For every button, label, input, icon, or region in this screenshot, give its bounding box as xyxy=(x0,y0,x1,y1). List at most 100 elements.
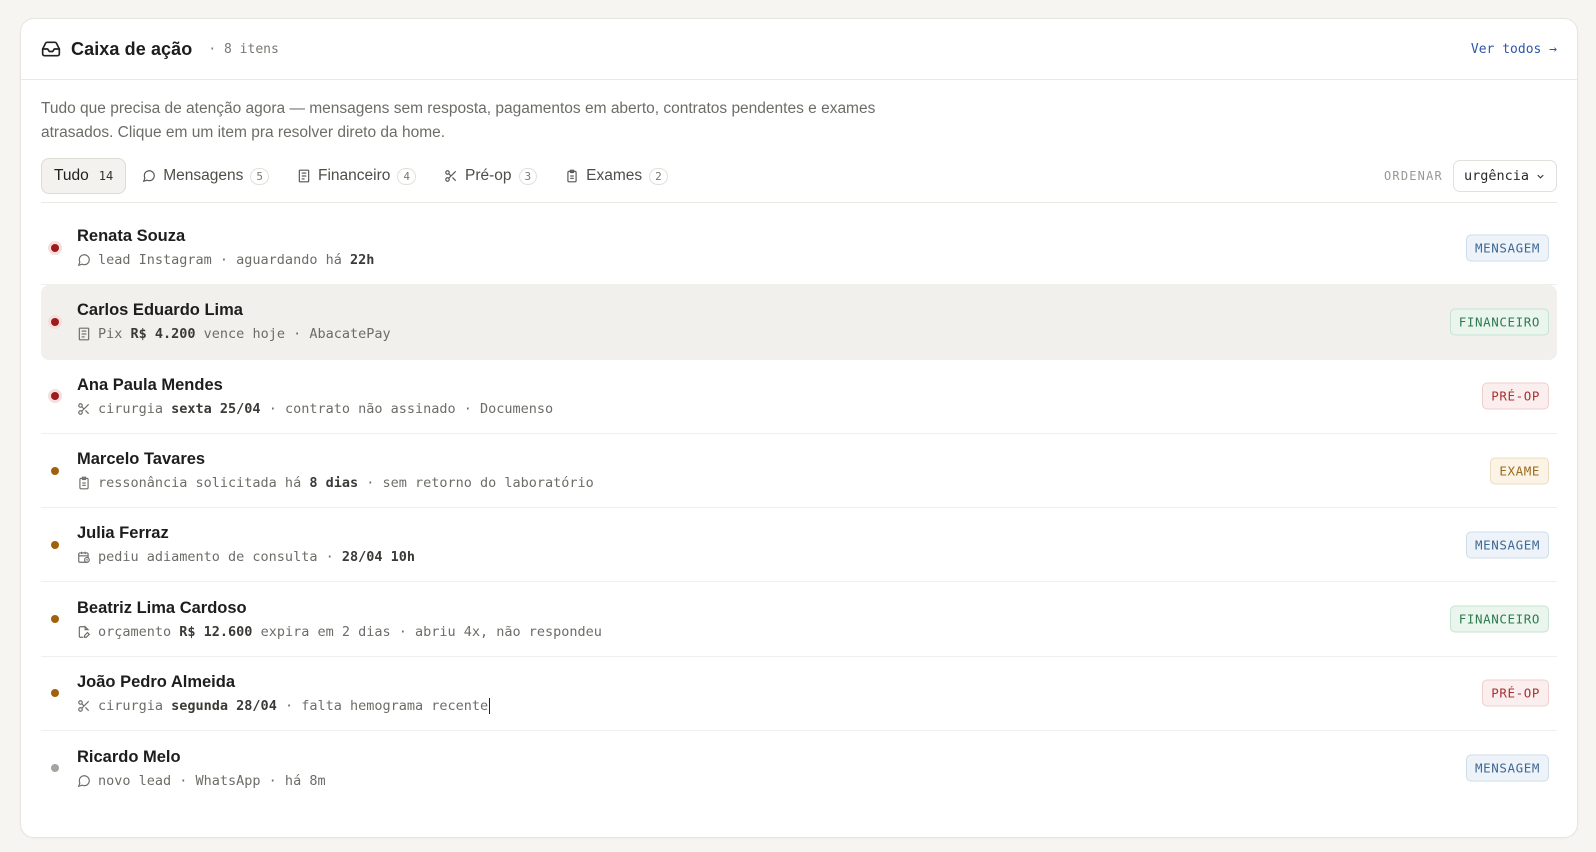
card-title: Caixa de ação xyxy=(71,38,193,59)
item-meta: ressonância solicitada há 8 dias · sem r… xyxy=(77,475,594,491)
see-all-link[interactable]: Ver todos → xyxy=(1471,42,1557,57)
tab-count: 2 xyxy=(649,167,668,185)
item-count: · 8 itens xyxy=(208,41,279,57)
sort-label: ORDENAR xyxy=(1383,169,1443,183)
calendar-clock-icon xyxy=(77,550,91,564)
card-header: Caixa de ação · 8 itens Ver todos → xyxy=(21,19,1577,80)
item-body: Carlos Eduardo Lima Pix R$ 4.200 vence ho… xyxy=(77,301,391,342)
clipboard-icon xyxy=(565,169,579,183)
meta-highlight: segunda 28/04 xyxy=(171,697,277,714)
category-tag: EXAME xyxy=(1490,457,1549,485)
card-description: Tudo que precisa de atenção agora — mens… xyxy=(41,100,876,141)
priority-dot xyxy=(51,540,59,549)
meta-text: cirurgia xyxy=(98,697,172,714)
priority-dot xyxy=(51,243,59,252)
tab-count: 14 xyxy=(98,169,114,183)
item-body: Ricardo Melo novo lead · WhatsApp · há 8m xyxy=(77,748,326,789)
action-inbox-card: Caixa de ação · 8 itens Ver todos → Tudo… xyxy=(20,18,1578,838)
item-name: Ana Paula Mendes xyxy=(77,375,223,394)
item-meta: Pix R$ 4.200 vence hoje · AbacatePay xyxy=(77,326,391,342)
item-meta: orçamento R$ 12.600 expira em 2 dias · a… xyxy=(77,624,602,640)
meta-text: ressonância solicitada há xyxy=(98,475,310,492)
list-item[interactable]: Beatriz Lima Cardoso orçamento R$ 12.600 … xyxy=(41,582,1557,657)
meta-text: novo lead · WhatsApp · há 8m xyxy=(98,772,326,789)
meta-text: · contrato não assinado · Documenso xyxy=(260,400,554,417)
tab-all[interactable]: Tudo 14 xyxy=(41,158,127,194)
meta-highlight: sexta 25/04 xyxy=(171,400,261,417)
meta-highlight: R$ 4.200 xyxy=(130,326,196,343)
scissors-icon xyxy=(77,699,91,713)
chevron-down-icon xyxy=(1535,171,1546,182)
tab-label: Mensagens xyxy=(163,167,244,184)
tab-label: Exames xyxy=(586,167,643,184)
tab-messages[interactable]: Mensagens 5 xyxy=(130,158,281,194)
sort-control: ORDENAR urgência xyxy=(1384,160,1557,192)
filter-bar: Tudo 14 Mensagens 5 Financeiro 4 Pré-op … xyxy=(41,158,1557,194)
meta-highlight: 8 dias xyxy=(309,475,359,492)
item-meta: cirurgia segunda 28/04 · falta hemograma… xyxy=(77,697,491,714)
tab-count: 5 xyxy=(250,167,269,185)
category-tag: FINANCEIRO xyxy=(1449,605,1549,633)
priority-dot xyxy=(51,466,59,475)
list-divider xyxy=(41,202,1557,203)
item-name: Julia Ferraz xyxy=(77,524,169,543)
category-tag: MENSAGEM xyxy=(1465,531,1549,559)
item-name: João Pedro Almeida xyxy=(77,672,236,691)
meta-text: orçamento xyxy=(98,623,180,640)
priority-dot xyxy=(51,615,59,624)
list-item[interactable]: João Pedro Almeida cirurgia segunda 28/04… xyxy=(41,657,1557,732)
item-body: Julia Ferraz pediu adiamento de consulta … xyxy=(77,524,415,565)
list-item[interactable]: Ricardo Melo novo lead · WhatsApp · há 8m… xyxy=(41,731,1557,805)
tab-label: Tudo xyxy=(54,167,89,184)
scissors-icon xyxy=(444,169,458,183)
list-item[interactable]: Julia Ferraz pediu adiamento de consulta … xyxy=(41,508,1557,583)
item-meta: cirurgia sexta 25/04 · contrato não assi… xyxy=(77,401,553,417)
text-caret xyxy=(489,697,491,714)
chat-icon xyxy=(77,774,91,788)
scissors-icon xyxy=(77,402,91,416)
sort-value: urgência xyxy=(1463,168,1529,184)
meta-text: · sem retorno do laboratório xyxy=(358,475,594,492)
receipt-icon xyxy=(297,169,311,183)
meta-text: cirurgia xyxy=(98,400,172,417)
meta-text: Pix xyxy=(98,326,131,343)
tab-financial[interactable]: Financeiro 4 xyxy=(285,158,428,194)
list-item[interactable]: Renata Souza lead Instagram · aguardando … xyxy=(41,211,1557,286)
tab-label: Financeiro xyxy=(317,167,391,184)
tab-preop[interactable]: Pré-op 3 xyxy=(432,158,549,194)
action-list: Renata Souza lead Instagram · aguardando … xyxy=(41,211,1557,805)
meta-text: vence hoje · AbacatePay xyxy=(195,326,391,343)
tab-exams[interactable]: Exames 2 xyxy=(553,158,680,194)
meta-highlight: R$ 12.600 xyxy=(179,623,253,640)
category-tag: MENSAGEM xyxy=(1465,234,1549,262)
tab-label: Pré-op xyxy=(464,167,512,184)
meta-text: lead Instagram · aguardando há xyxy=(98,252,350,269)
category-tag: MENSAGEM xyxy=(1465,754,1549,782)
item-meta: lead Instagram · aguardando há 22h xyxy=(77,252,374,268)
document-edit-icon xyxy=(77,624,91,639)
meta-text: expira em 2 dias · abriu 4x, não respond… xyxy=(252,623,602,640)
item-name: Renata Souza xyxy=(77,227,186,246)
item-name: Ricardo Melo xyxy=(77,747,181,766)
category-tag: FINANCEIRO xyxy=(1449,308,1549,336)
item-body: Renata Souza lead Instagram · aguardando … xyxy=(77,227,374,268)
sort-select[interactable]: urgência xyxy=(1452,160,1557,192)
priority-dot xyxy=(51,392,59,401)
chat-icon xyxy=(142,169,156,183)
item-name: Marcelo Tavares xyxy=(77,450,206,469)
item-meta: pediu adiamento de consulta · 28/04 10h xyxy=(77,549,415,565)
list-item[interactable]: Marcelo Tavares ressonância solicitada há… xyxy=(41,434,1557,509)
inbox-icon xyxy=(41,39,61,59)
list-item[interactable]: Carlos Eduardo Lima Pix R$ 4.200 vence ho… xyxy=(41,285,1557,360)
category-tag: PRÉ-OP xyxy=(1482,382,1549,410)
item-body: Beatriz Lima Cardoso orçamento R$ 12.600 … xyxy=(77,599,602,640)
chat-icon xyxy=(77,253,91,267)
item-body: Ana Paula Mendes cirurgia sexta 25/04 · c… xyxy=(77,376,553,417)
tab-count: 4 xyxy=(397,167,416,185)
item-body: Marcelo Tavares ressonância solicitada há… xyxy=(77,450,594,491)
item-meta: novo lead · WhatsApp · há 8m xyxy=(77,773,326,789)
list-item[interactable]: Ana Paula Mendes cirurgia sexta 25/04 · c… xyxy=(41,360,1557,434)
meta-text: · falta hemograma recente xyxy=(276,697,489,714)
item-name: Carlos Eduardo Lima xyxy=(77,301,243,320)
item-body: João Pedro Almeida cirurgia segunda 28/04… xyxy=(77,672,491,714)
